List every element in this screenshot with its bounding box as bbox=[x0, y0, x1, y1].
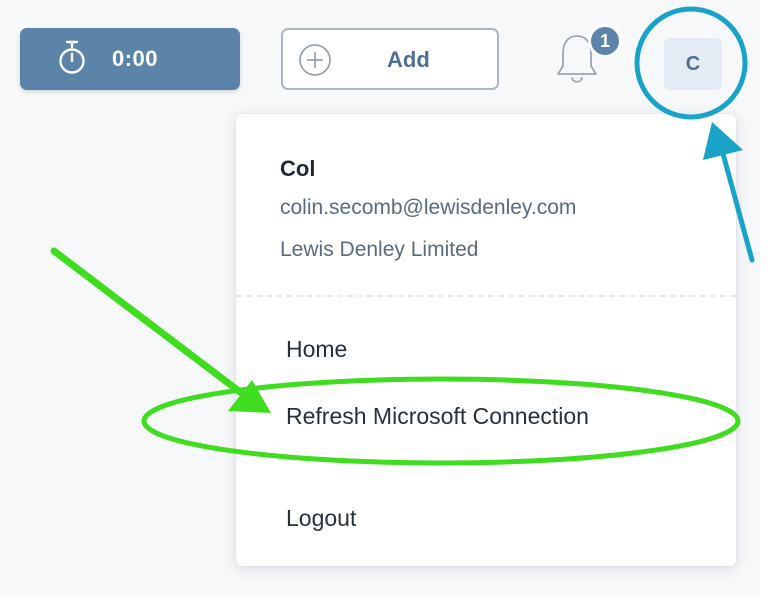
notifications-button[interactable]: 1 bbox=[553, 24, 622, 88]
plus-circle-icon bbox=[297, 42, 333, 78]
timer-value: 0:00 bbox=[112, 46, 159, 71]
timer-button[interactable]: 0:00 bbox=[20, 28, 240, 90]
menu-item-home[interactable]: Home bbox=[286, 336, 347, 363]
notification-count-badge: 1 bbox=[588, 24, 622, 58]
menu-item-logout[interactable]: Logout bbox=[286, 505, 356, 532]
page-edge-bottom bbox=[0, 596, 768, 606]
user-avatar-button[interactable]: C bbox=[664, 38, 722, 90]
user-company: Lewis Denley Limited bbox=[280, 238, 479, 261]
stopwatch-icon bbox=[58, 40, 86, 76]
user-dropdown-menu: Col colin.secomb@lewisdenley.com Lewis D… bbox=[236, 114, 736, 566]
page-edge-right bbox=[760, 0, 768, 606]
menu-item-refresh-microsoft-connection[interactable]: Refresh Microsoft Connection bbox=[286, 403, 589, 430]
user-name: Col bbox=[280, 156, 316, 181]
add-button[interactable]: Add bbox=[281, 28, 499, 90]
menu-divider bbox=[236, 295, 736, 297]
user-email: colin.secomb@lewisdenley.com bbox=[280, 196, 577, 219]
add-button-label: Add bbox=[387, 47, 430, 72]
